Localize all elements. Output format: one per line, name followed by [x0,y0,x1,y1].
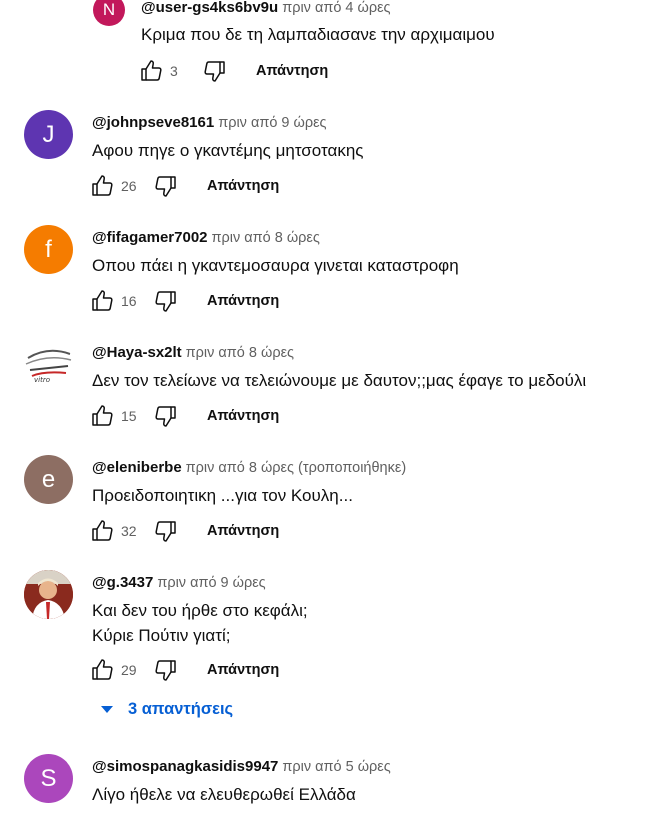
comment-header: @simospanagkasidis9947 πριν από 5 ώρες [92,758,391,775]
author-handle[interactable]: @user-gs4ks6bv9u [141,0,278,16]
reply-button[interactable]: Απάντηση [207,293,279,309]
thumbs-down-icon [155,406,176,427]
thumbs-up-icon [92,520,113,541]
author-handle[interactable]: @g.3437 [92,574,153,591]
like-count: 16 [121,293,137,309]
comment-actions: 3 Απάντηση [138,57,328,85]
edited-label: (τροποποιήθηκε) [298,460,407,476]
profile-photo-icon [24,570,73,619]
dislike-button[interactable] [153,288,179,314]
thumbs-up-icon [92,290,113,311]
author-handle[interactable]: @Haya-sx2lt [92,344,182,361]
thumbs-down-icon [204,61,225,82]
comment-text: Οπου πάει η γκαντεμοσαυρα γινεται καταστ… [92,256,459,275]
comment-header: @eleniberbe πριν από 8 ώρες (τροποποιήθηκε… [92,459,406,476]
avatar[interactable]: f [24,225,73,274]
timestamp[interactable]: πριν από 5 ώρες [282,759,390,775]
comment-header: @user-gs4ks6bv9u πριν από 4 ώρες [141,0,391,16]
avatar[interactable]: S [24,754,73,803]
caret-down-icon [101,705,113,713]
avatar[interactable]: N [93,0,125,26]
comment-text: Λίγο ήθελε να ελευθερωθεί Ελλάδα [92,785,356,804]
author-handle[interactable]: @eleniberbe [92,459,182,476]
timestamp[interactable]: πριν από 4 ώρες [282,0,390,16]
comment-header: @g.3437 πριν από 9 ώρες [92,574,266,591]
avatar[interactable]: e [24,455,73,504]
svg-text:vitro: vitro [34,376,50,384]
dislike-button[interactable] [202,58,228,84]
car-logo-icon: vitro [25,349,72,384]
timestamp[interactable]: πριν από 9 ώρες [157,575,265,591]
replies-count-label: 3 απαντήσεις [128,700,234,718]
dislike-button[interactable] [153,657,179,683]
dislike-button[interactable] [153,403,179,429]
like-count: 15 [121,408,137,424]
timestamp[interactable]: πριν από 8 ώρες [212,230,320,246]
comment-actions: 29 Απάντηση [89,656,279,684]
avatar[interactable]: J [24,110,73,159]
timestamp[interactable]: πριν από 8 ώρες [186,460,294,476]
reply-button[interactable]: Απάντηση [207,178,279,194]
like-count: 29 [121,662,137,678]
thumbs-down-icon [155,521,176,542]
thumbs-down-icon [155,176,176,197]
thumbs-down-icon [155,660,176,681]
thumbs-up-icon [92,659,113,680]
timestamp[interactable]: πριν από 8 ώρες [186,345,294,361]
comment-text: Και δεν του ήρθε στο κεφάλι; Κύριε Πούτι… [92,601,308,645]
like-button[interactable] [89,518,115,544]
author-handle[interactable]: @johnpseve8161 [92,114,214,131]
thumbs-up-icon [92,175,113,196]
like-count: 3 [170,63,178,79]
comment-actions: 26 Απάντηση [89,172,279,200]
thumbs-up-icon [92,405,113,426]
timestamp[interactable]: πριν από 9 ώρες [218,115,326,131]
comment-actions: 16 Απάντηση [89,287,279,315]
avatar[interactable] [24,570,73,619]
avatar[interactable]: vitro [24,340,73,389]
comment-text: Προειδοποιητικη ...για τον Κουλη... [92,486,353,505]
like-count: 32 [121,523,137,539]
comment-text: Κριμα που δε τη λαμπαδιασανε την αρχιμαι… [141,25,495,44]
view-replies-button[interactable]: 3 απαντήσεις [100,700,233,719]
comment-actions: 15 Απάντηση [89,402,279,430]
like-count: 26 [121,178,137,194]
comment-header: @fifagamer7002 πριν από 8 ώρες [92,229,320,246]
comment-text: Αφου πηγε ο γκαντέμης μητσοτακης [92,141,364,160]
like-button[interactable] [89,403,115,429]
comment-header: @johnpseve8161 πριν από 9 ώρες [92,114,327,131]
author-handle[interactable]: @simospanagkasidis9947 [92,758,278,775]
comment-actions: 32 Απάντηση [89,517,279,545]
comment-text: Δεν τον τελείωνε να τελειώνουμε με δαυτο… [92,371,587,390]
thumbs-up-icon [141,60,162,81]
reply-button[interactable]: Απάντηση [207,408,279,424]
like-button[interactable] [138,58,164,84]
reply-button[interactable]: Απάντηση [207,523,279,539]
author-handle[interactable]: @fifagamer7002 [92,229,208,246]
like-button[interactable] [89,173,115,199]
reply-button[interactable]: Απάντηση [207,662,279,678]
reply-button[interactable]: Απάντηση [256,63,328,79]
thumbs-down-icon [155,291,176,312]
dislike-button[interactable] [153,518,179,544]
dislike-button[interactable] [153,173,179,199]
like-button[interactable] [89,657,115,683]
like-button[interactable] [89,288,115,314]
comment-header: @Haya-sx2lt πριν από 8 ώρες [92,344,294,361]
